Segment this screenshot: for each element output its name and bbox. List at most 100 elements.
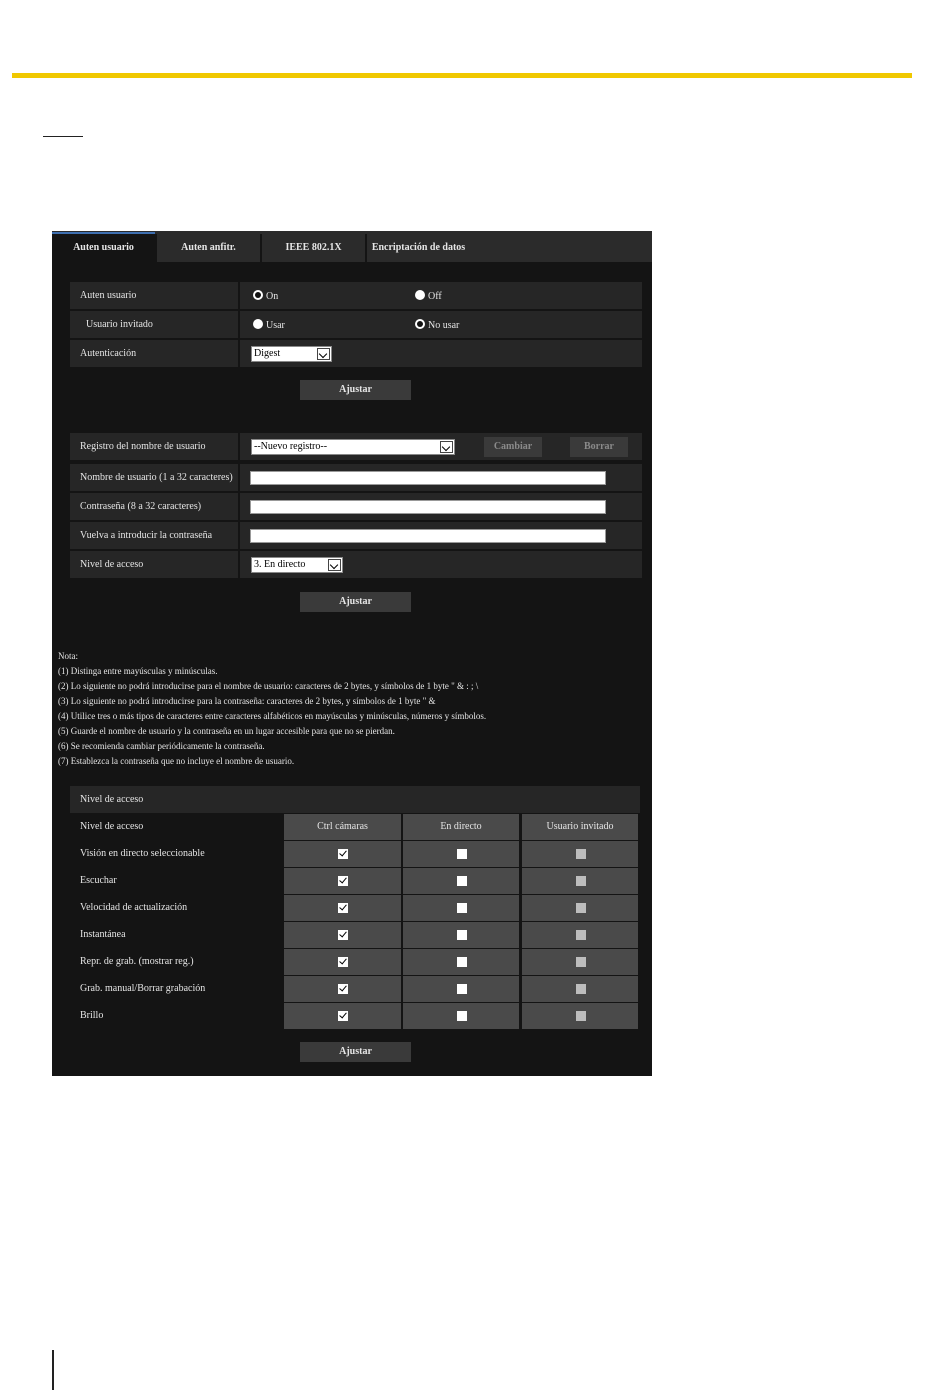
note-heading-underline: [43, 136, 83, 137]
column-header-usuario-invitado: Usuario invitado: [522, 814, 638, 840]
table-row: Instantánea: [70, 922, 640, 948]
note-line: (5) Guarde el nombre de usuario y la con…: [58, 726, 395, 736]
note-line: (4) Utilice tres o más tipos de caracter…: [58, 711, 487, 721]
user-auth-on-radio[interactable]: [253, 290, 263, 300]
checkbox-usuario-invitado[interactable]: [576, 957, 586, 967]
access-table-header-label: Nivel de acceso: [70, 814, 281, 840]
user-registry-cell: --Nuevo registro-- Cambiar Borrar: [240, 433, 642, 460]
checkbox-ctrl-camaras[interactable]: [338, 849, 348, 859]
tab-auten-anfitr[interactable]: Auten anfitr.: [157, 234, 260, 262]
user-auth-settings-panel: Auten usuario Auten anfitr. IEEE 802.1X …: [52, 231, 652, 1076]
change-user-button[interactable]: Cambiar: [484, 437, 542, 457]
row-label: Velocidad de actualización: [70, 895, 281, 921]
column-header-ctrl-camaras: Ctrl cámaras: [284, 814, 401, 840]
row-label: Brillo: [70, 1003, 281, 1029]
auth-apply-button[interactable]: Ajustar: [300, 380, 411, 400]
access-apply-button[interactable]: Ajustar: [300, 1042, 411, 1062]
chevron-down-icon: [317, 348, 330, 360]
tab-auten-usuario[interactable]: Auten usuario: [52, 232, 155, 262]
guest-user-label: Usuario invitado: [70, 311, 238, 338]
checkbox-en-directo[interactable]: [457, 903, 467, 913]
checkbox-ctrl-camaras[interactable]: [338, 1011, 348, 1021]
access-table-title: Nivel de acceso: [70, 786, 640, 813]
username-cell: [240, 464, 642, 491]
access-level-select[interactable]: 3. En directo: [251, 557, 343, 573]
table-row: Repr. de grab. (mostrar reg.): [70, 949, 640, 975]
auth-method-value: Digest: [254, 348, 281, 359]
checkbox-ctrl-camaras[interactable]: [338, 930, 348, 940]
user-auth-label: Auten usuario: [70, 282, 238, 309]
note-line: Nota:: [58, 651, 78, 661]
row-label: Repr. de grab. (mostrar reg.): [70, 949, 281, 975]
checkbox-en-directo[interactable]: [457, 957, 467, 967]
auth-method-label: Autenticación: [70, 340, 238, 367]
tab-bar: Auten usuario Auten anfitr. IEEE 802.1X …: [52, 231, 652, 262]
checkbox-usuario-invitado[interactable]: [576, 984, 586, 994]
user-auth-on-label: On: [266, 291, 279, 302]
chevron-down-icon: [440, 441, 453, 453]
checkbox-usuario-invitado[interactable]: [576, 876, 586, 886]
delete-user-button[interactable]: Borrar: [570, 437, 628, 457]
access-table-header: Nivel de acceso Ctrl cámaras En directo …: [70, 814, 640, 840]
table-row: Brillo: [70, 1003, 640, 1029]
user-registry-select[interactable]: --Nuevo registro--: [251, 439, 455, 455]
auth-method-cell: Digest: [240, 340, 642, 367]
table-row: Grab. manual/Borrar grabación: [70, 976, 640, 1002]
checkbox-usuario-invitado[interactable]: [576, 849, 586, 859]
row-label: Instantánea: [70, 922, 281, 948]
row-label: Visión en directo seleccionable: [70, 841, 281, 867]
password-label: Contraseña (8 a 32 caracteres): [70, 493, 238, 520]
guest-use-label: Usar: [266, 320, 285, 331]
header-rule: [12, 73, 912, 78]
auth-method-select[interactable]: Digest: [251, 346, 332, 362]
checkbox-en-directo[interactable]: [457, 876, 467, 886]
retype-password-cell: [240, 522, 642, 549]
user-auth-options: On Off: [240, 282, 642, 309]
password-cell: [240, 493, 642, 520]
notes-block: Nota: (1) Distinga entre mayúsculas y mi…: [58, 649, 648, 769]
checkbox-usuario-invitado[interactable]: [576, 930, 586, 940]
checkbox-ctrl-camaras[interactable]: [338, 903, 348, 913]
checkbox-ctrl-camaras[interactable]: [338, 957, 348, 967]
note-line: (2) Lo siguiente no podrá introducirse p…: [58, 681, 479, 691]
username-label: Nombre de usuario (1 a 32 caracteres): [70, 464, 238, 491]
checkbox-usuario-invitado[interactable]: [576, 903, 586, 913]
user-apply-button[interactable]: Ajustar: [300, 592, 411, 612]
checkbox-en-directo[interactable]: [457, 930, 467, 940]
note-line: (3) Lo siguiente no podrá introducirse p…: [58, 696, 436, 706]
note-line: (7) Establezca la contraseña que no incl…: [58, 756, 295, 766]
username-input[interactable]: [250, 471, 606, 485]
table-row: Visión en directo seleccionable: [70, 841, 640, 867]
checkbox-ctrl-camaras[interactable]: [338, 984, 348, 994]
access-level-label: Nivel de acceso: [70, 551, 238, 578]
user-auth-off-radio[interactable]: [415, 290, 425, 300]
password-input[interactable]: [250, 500, 606, 514]
checkbox-en-directo[interactable]: [457, 1011, 467, 1021]
access-level-cell: 3. En directo: [240, 551, 642, 578]
access-level-value: 3. En directo: [254, 559, 306, 570]
user-auth-off-label: Off: [428, 291, 442, 302]
tab-encriptacion[interactable]: Encriptación de datos: [367, 234, 470, 262]
retype-password-label: Vuelva a introducir la contraseña: [70, 522, 238, 549]
user-registry-value: --Nuevo registro--: [254, 441, 328, 452]
retype-password-input[interactable]: [250, 529, 606, 543]
guest-nouse-label: No usar: [428, 320, 460, 331]
page-margin-bar: [52, 1350, 54, 1390]
row-label: Grab. manual/Borrar grabación: [70, 976, 281, 1002]
checkbox-ctrl-camaras[interactable]: [338, 876, 348, 886]
checkbox-en-directo[interactable]: [457, 849, 467, 859]
note-line: (6) Se recomienda cambiar periódicamente…: [58, 741, 265, 751]
tab-ieee8021x[interactable]: IEEE 802.1X: [262, 234, 365, 262]
checkbox-usuario-invitado[interactable]: [576, 1011, 586, 1021]
guest-nouse-radio[interactable]: [415, 319, 425, 329]
guest-user-options: Usar No usar: [240, 311, 642, 338]
column-header-en-directo: En directo: [403, 814, 519, 840]
row-label: Escuchar: [70, 868, 281, 894]
table-row: Escuchar: [70, 868, 640, 894]
checkbox-en-directo[interactable]: [457, 984, 467, 994]
table-row: Velocidad de actualización: [70, 895, 640, 921]
chevron-down-icon: [328, 559, 341, 571]
guest-use-radio[interactable]: [253, 319, 263, 329]
note-line: (1) Distinga entre mayúsculas y minúscul…: [58, 666, 218, 676]
user-registry-label: Registro del nombre de usuario: [70, 433, 238, 460]
